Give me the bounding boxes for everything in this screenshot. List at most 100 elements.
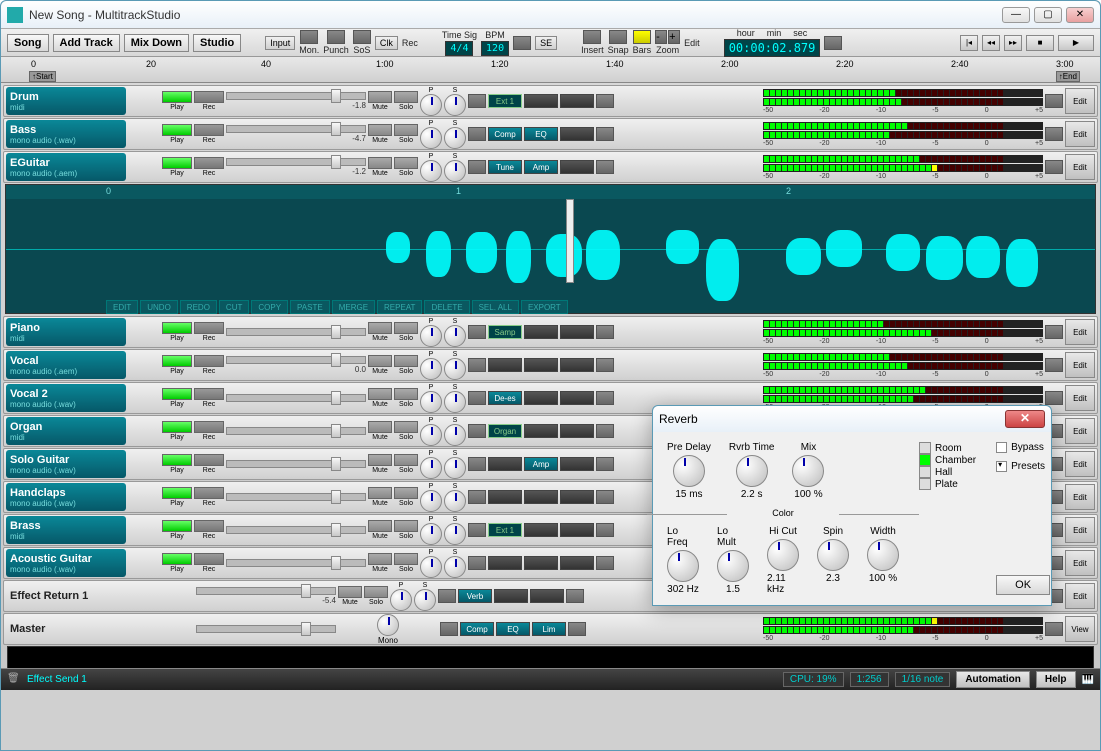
pan-knob[interactable] (420, 424, 442, 446)
wave-sel. all-button[interactable]: SEL. ALL (472, 300, 519, 314)
wave-export-button[interactable]: EXPORT (521, 300, 568, 314)
solo-button[interactable] (394, 91, 418, 103)
effect-slot[interactable]: Amp (524, 160, 558, 174)
track-header[interactable]: Acoustic Guitarmono audio (.wav) (6, 549, 126, 577)
track-header[interactable]: EGuitarmono audio (.aem) (6, 153, 126, 181)
mute-button[interactable] (368, 421, 392, 433)
effect-slot[interactable] (524, 391, 558, 405)
insert-toggle[interactable] (583, 30, 601, 44)
send-knob[interactable] (444, 490, 466, 512)
effect-slot[interactable]: Comp (460, 622, 494, 636)
wave-merge-button[interactable]: MERGE (332, 300, 375, 314)
rec-button[interactable] (194, 520, 224, 532)
bars-toggle[interactable] (633, 30, 651, 44)
solo-button[interactable] (394, 421, 418, 433)
wave-cut-button[interactable]: CUT (219, 300, 249, 314)
effect-slot[interactable] (488, 556, 522, 570)
effect-slot[interactable]: Tune (488, 160, 522, 174)
play-button[interactable] (162, 322, 192, 334)
effect-slot[interactable]: EQ (496, 622, 530, 636)
playhead[interactable] (566, 199, 574, 283)
bpm-field[interactable]: 120 (481, 41, 509, 56)
se-button[interactable]: SE (535, 36, 557, 50)
room-plate-radio[interactable] (919, 478, 931, 490)
mute-button[interactable] (338, 586, 362, 598)
wave-repeat-button[interactable]: REPEAT (377, 300, 422, 314)
effect-slot[interactable] (488, 358, 522, 372)
mix-knob[interactable] (792, 455, 824, 487)
volume-fader[interactable] (226, 158, 366, 166)
effect-slot[interactable] (560, 358, 594, 372)
play-transport-button[interactable]: ▶ (1058, 35, 1094, 51)
volume-fader[interactable] (226, 92, 366, 100)
track-header[interactable]: Solo Guitarmono audio (.wav) (6, 450, 126, 478)
slot-extra[interactable] (568, 622, 586, 636)
mix-down-button[interactable]: Mix Down (124, 34, 189, 52)
effect-slot[interactable] (524, 523, 558, 537)
effect-slot[interactable] (524, 424, 558, 438)
hi-cut-knob[interactable] (767, 539, 799, 571)
track-header[interactable]: Brassmidi (6, 516, 126, 544)
effect-menu[interactable] (468, 358, 486, 372)
volume-fader[interactable] (226, 526, 366, 534)
mute-button[interactable] (368, 487, 392, 499)
mute-button[interactable] (368, 124, 392, 136)
wave-undo-button[interactable]: UNDO (140, 300, 178, 314)
send-knob[interactable] (444, 160, 466, 182)
wave-copy-button[interactable]: COPY (251, 300, 288, 314)
volume-fader[interactable] (226, 356, 366, 364)
effect-slot[interactable] (488, 490, 522, 504)
snap-toggle[interactable] (609, 30, 627, 44)
meter-extra[interactable] (1045, 358, 1063, 372)
effect-slot[interactable] (560, 325, 594, 339)
effect-menu[interactable] (468, 94, 486, 108)
effect-slot[interactable] (530, 589, 564, 603)
spin-knob[interactable] (817, 539, 849, 571)
play-button[interactable] (162, 124, 192, 136)
track-header[interactable]: Bassmono audio (.wav) (6, 120, 126, 148)
rec-button[interactable] (194, 91, 224, 103)
slot-extra[interactable] (596, 325, 614, 339)
automation-button[interactable]: Automation (956, 671, 1030, 688)
volume-fader[interactable] (226, 559, 366, 567)
send-knob[interactable] (444, 391, 466, 413)
room-room-radio[interactable] (919, 442, 931, 454)
slot-extra[interactable] (596, 127, 614, 141)
lo-mult-knob[interactable] (717, 550, 749, 582)
send-knob[interactable] (444, 94, 466, 116)
effect-menu[interactable] (468, 424, 486, 438)
effect-slot[interactable] (524, 325, 558, 339)
pan-knob[interactable] (420, 127, 442, 149)
effect-menu[interactable] (468, 556, 486, 570)
pan-knob[interactable] (390, 589, 412, 611)
wave-delete-button[interactable]: DELETE (424, 300, 469, 314)
input-button[interactable]: Input (265, 36, 295, 50)
counter-extra[interactable] (824, 36, 842, 50)
rec-button[interactable] (194, 553, 224, 565)
effect-slot[interactable]: Verb (458, 589, 492, 603)
sos-toggle[interactable] (353, 30, 371, 44)
effect-menu[interactable] (438, 589, 456, 603)
slot-extra[interactable] (596, 391, 614, 405)
room-hall-radio[interactable] (919, 466, 931, 478)
send-knob[interactable] (444, 325, 466, 347)
start-marker[interactable]: ↑Start (29, 71, 56, 82)
wave-redo-button[interactable]: REDO (180, 300, 217, 314)
rec-button[interactable] (194, 355, 224, 367)
slot-extra[interactable] (596, 94, 614, 108)
slot-extra[interactable] (596, 556, 614, 570)
effect-slot[interactable] (560, 94, 594, 108)
waveform-editor[interactable]: 012 EDITUNDOREDOCUTCOPYPASTEMERGEREPEATD… (5, 184, 1096, 314)
effect-slot[interactable] (560, 127, 594, 141)
volume-fader[interactable] (226, 427, 366, 435)
master-pan[interactable] (377, 614, 399, 636)
mute-button[interactable] (368, 355, 392, 367)
solo-button[interactable] (364, 586, 388, 598)
slot-extra[interactable] (566, 589, 584, 603)
ok-button[interactable]: OK (996, 575, 1050, 595)
solo-button[interactable] (394, 454, 418, 466)
mute-button[interactable] (368, 157, 392, 169)
volume-fader[interactable] (226, 125, 366, 133)
play-button[interactable] (162, 388, 192, 400)
play-button[interactable] (162, 454, 192, 466)
